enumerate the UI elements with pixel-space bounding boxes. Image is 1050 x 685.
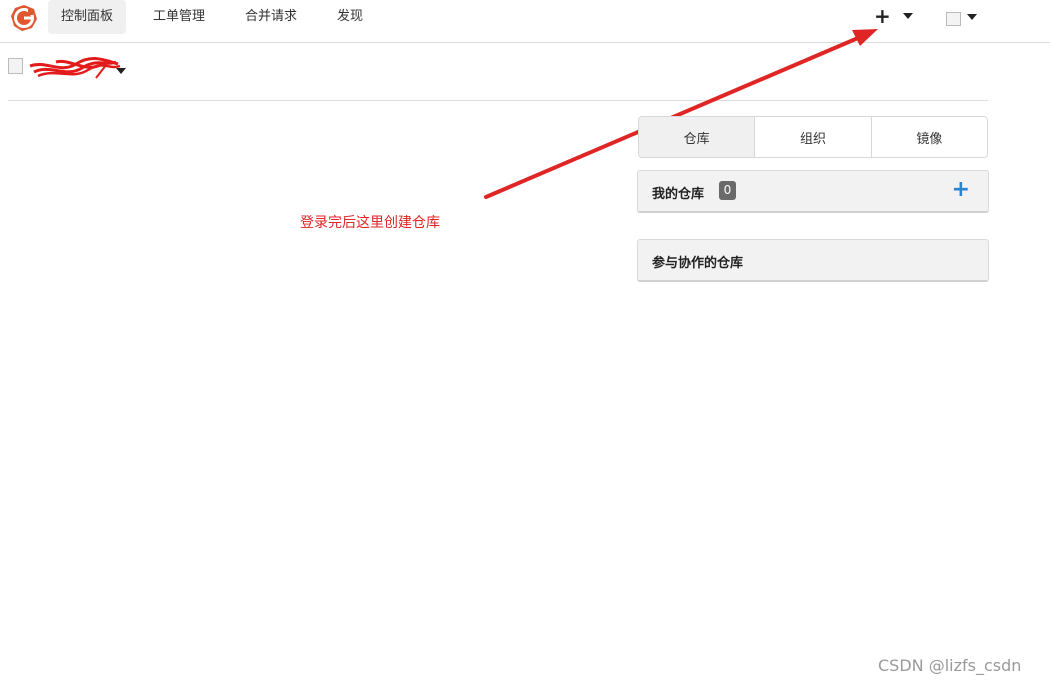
nav-pull-requests[interactable]: 合并请求 xyxy=(232,0,310,34)
collab-repos-title: 参与协作的仓库 xyxy=(652,256,744,271)
context-avatar-broken-image[interactable] xyxy=(8,58,23,74)
add-repo-button[interactable]: + xyxy=(952,178,970,202)
tab-mirrors[interactable]: 镜像 xyxy=(871,117,987,157)
redaction-scribble xyxy=(29,57,121,79)
header-divider xyxy=(8,100,988,101)
my-repos-title: 我的仓库 xyxy=(652,187,705,202)
collab-repos-panel: 参与协作的仓库 xyxy=(637,239,989,282)
create-new-button[interactable]: + xyxy=(874,3,891,29)
nav-issues[interactable]: 工单管理 xyxy=(140,0,218,34)
repo-count-badge: 0 xyxy=(719,181,736,200)
top-navbar: 控制面板 工单管理 合并请求 发现 + xyxy=(0,0,1050,43)
annotation-arrow-icon xyxy=(484,29,878,199)
repo-tabs: 仓库 组织 镜像 xyxy=(638,116,988,158)
user-avatar-broken-image[interactable] xyxy=(946,12,961,26)
my-repos-panel: 我的仓库 0 + xyxy=(637,170,989,213)
context-switcher-caret-icon[interactable] xyxy=(116,68,126,74)
nav-explore[interactable]: 发现 xyxy=(324,0,376,34)
watermark-text: CSDN @lizfs_csdn xyxy=(878,656,1022,675)
annotation-text: 登录完后这里创建仓库 xyxy=(300,215,440,231)
tab-organizations[interactable]: 组织 xyxy=(755,117,872,157)
user-menu-caret-icon[interactable] xyxy=(967,14,977,20)
create-dropdown-caret-icon[interactable] xyxy=(903,13,913,19)
tab-repositories[interactable]: 仓库 xyxy=(639,117,756,157)
nav-dashboard[interactable]: 控制面板 xyxy=(48,0,127,34)
gitea-logo-icon[interactable] xyxy=(10,4,38,32)
